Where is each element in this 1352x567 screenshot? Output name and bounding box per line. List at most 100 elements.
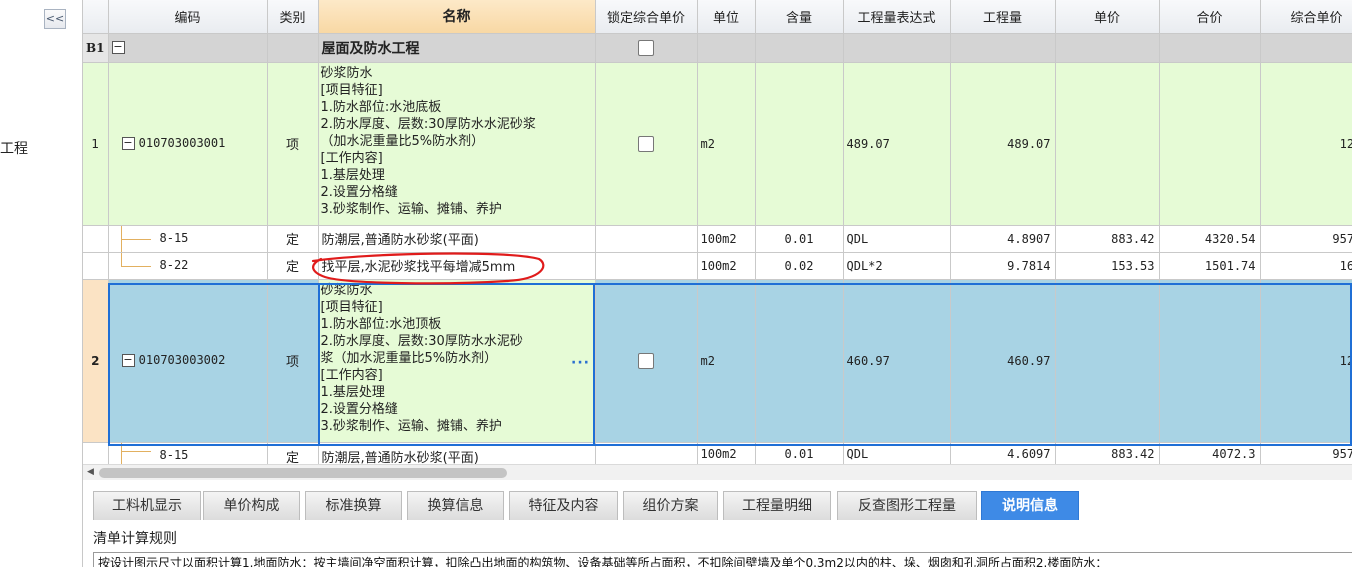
collapse-toggle-icon[interactable]: −: [121, 137, 135, 150]
collapse-toggle-icon[interactable]: −: [111, 41, 125, 54]
quantity-cell[interactable]: 4.6097: [950, 442, 1056, 464]
unit-price-cell[interactable]: [1055, 279, 1160, 443]
col-header-unit[interactable]: 单位: [697, 0, 756, 34]
name-cell[interactable]: 砂浆防水 [项目特征] 1.防水部位:水池底板 2.防水厚度、层数:30厚防水水…: [318, 62, 596, 226]
expression-cell[interactable]: QDL: [843, 442, 951, 464]
code-cell[interactable]: − 010703003001: [108, 62, 268, 226]
unit-cell[interactable]: 100m2: [697, 442, 756, 464]
type-cell[interactable]: 定: [267, 252, 319, 280]
desc-line: 3.砂浆制作、运输、摊铺、养护: [320, 201, 502, 217]
tab-labor-material-machine[interactable]: 工料机显示: [93, 491, 201, 520]
table-row[interactable]: 1 − 010703003001 项 砂浆防水 [项目特征] 1.防水部位:水池…: [83, 62, 1352, 226]
name-cell[interactable]: 砂浆防水 [项目特征] 1.防水部位:水池顶板 2.防水厚度、层数:30厚防水水…: [318, 279, 596, 443]
selected-table-row[interactable]: 2 − 010703003002 项 砂浆防水 [项目特征] 1.防水部位:水池…: [83, 279, 1352, 443]
row-number: [83, 252, 109, 280]
expression-cell[interactable]: QDL*2: [843, 252, 951, 280]
unit-price-cell[interactable]: 883.42: [1055, 442, 1160, 464]
lock-price-cell: [595, 33, 698, 63]
col-header-expression[interactable]: 工程量表达式: [843, 0, 951, 34]
expression-cell[interactable]: 460.97: [843, 279, 951, 443]
col-header-unit-price[interactable]: 单价: [1055, 0, 1160, 34]
col-header-lock-price[interactable]: 锁定综合单价: [595, 0, 698, 34]
col-header-name[interactable]: 名称: [318, 0, 596, 34]
table-row[interactable]: 8-15 定 防潮层,普通防水砂浆(平面) 100m2 0.01 QDL 4.8…: [83, 225, 1352, 253]
section-name[interactable]: 屋面及防水工程: [318, 33, 596, 63]
quota-code: 8-22: [159, 257, 189, 272]
content-cell[interactable]: [755, 279, 844, 443]
total-unit-price-cell[interactable]: 957.4: [1260, 442, 1352, 464]
more-options-icon[interactable]: ···: [571, 355, 590, 371]
left-panel-label[interactable]: 工程: [0, 138, 28, 158]
quantity-cell[interactable]: 489.07: [950, 62, 1056, 226]
tab-description-info[interactable]: 说明信息: [981, 491, 1079, 520]
lock-price-checkbox[interactable]: [638, 352, 654, 369]
col-header-content[interactable]: 含量: [755, 0, 844, 34]
desc-line: 1.基层处理: [320, 167, 385, 183]
total-unit-price-cell[interactable]: 12.9: [1260, 279, 1352, 443]
scrollbar-thumb[interactable]: [99, 468, 507, 478]
name-cell[interactable]: 防潮层,普通防水砂浆(平面): [318, 225, 596, 253]
desc-line: 2.设置分格缝: [320, 184, 398, 200]
scroll-left-icon[interactable]: ◀: [87, 467, 94, 477]
tab-features-content[interactable]: 特征及内容: [509, 491, 618, 520]
tab-pricing-scheme[interactable]: 组价方案: [623, 491, 718, 520]
total-unit-price-cell[interactable]: 12.9: [1260, 62, 1352, 226]
quantity-cell[interactable]: 9.7814: [950, 252, 1056, 280]
rules-text-box[interactable]: 按设计图示尺寸以面积计算1.地面防水：按主墙间净空面积计算，扣除凸出地面的构筑物…: [93, 552, 1352, 567]
sum-cell[interactable]: 4072.3: [1159, 442, 1261, 464]
unit-cell[interactable]: m2: [697, 279, 756, 443]
lock-price-checkbox[interactable]: [638, 135, 654, 152]
content-cell[interactable]: 0.01: [755, 225, 844, 253]
total-unit-price-cell[interactable]: 166.: [1260, 252, 1352, 280]
collapse-toggle-icon[interactable]: −: [121, 354, 135, 367]
app-root: << 工程 编码 类别 名称 锁定综合单价 单位 含量 工程量表达式 工程量 单…: [0, 0, 1352, 567]
name-cell[interactable]: 找平层,水泥砂浆找平每增减5mm: [318, 252, 596, 280]
unit-price-cell[interactable]: [1055, 62, 1160, 226]
section-row[interactable]: B1 − 屋面及防水工程: [83, 33, 1352, 63]
left-panel: << 工程: [0, 0, 83, 567]
code-cell[interactable]: 8-22: [108, 252, 268, 280]
code-cell[interactable]: − 010703003002: [108, 279, 268, 443]
sum-cell[interactable]: [1159, 279, 1261, 443]
type-cell[interactable]: 定: [267, 442, 319, 464]
code-cell[interactable]: 8-15: [108, 225, 268, 253]
sum-cell[interactable]: [1159, 62, 1261, 226]
type-cell[interactable]: 项: [267, 279, 319, 443]
col-header-code[interactable]: 编码: [108, 0, 268, 34]
table-row[interactable]: 8-15 定 防潮层,普通防水砂浆(平面) 100m2 0.01 QDL 4.6…: [83, 442, 1352, 464]
tab-unit-price-composition[interactable]: 单价构成: [203, 491, 300, 520]
quantity-cell[interactable]: 460.97: [950, 279, 1056, 443]
code-cell[interactable]: 8-15: [108, 442, 268, 464]
expression-cell[interactable]: 489.07: [843, 62, 951, 226]
name-cell[interactable]: 防潮层,普通防水砂浆(平面): [318, 442, 596, 464]
content-cell[interactable]: [755, 62, 844, 226]
unit-cell[interactable]: 100m2: [697, 252, 756, 280]
tab-quantity-details[interactable]: 工程量明细: [723, 491, 831, 520]
unit-price-cell[interactable]: 153.53: [1055, 252, 1160, 280]
tab-standard-conversion[interactable]: 标准换算: [305, 491, 402, 520]
total-unit-price-cell[interactable]: 957.4: [1260, 225, 1352, 253]
type-cell[interactable]: 定: [267, 225, 319, 253]
unit-cell[interactable]: m2: [697, 62, 756, 226]
horizontal-scrollbar[interactable]: ◀: [83, 464, 1352, 480]
col-header-total-unit-price[interactable]: 综合单价: [1260, 0, 1352, 34]
table-row[interactable]: 8-22 定 找平层,水泥砂浆找平每增减5mm 100m2 0.02 QDL*2…: [83, 252, 1352, 280]
type-cell[interactable]: 项: [267, 62, 319, 226]
col-header-type[interactable]: 类别: [267, 0, 319, 34]
content-cell[interactable]: 0.01: [755, 442, 844, 464]
col-header-sum[interactable]: 合价: [1159, 0, 1261, 34]
unit-price-cell[interactable]: 883.42: [1055, 225, 1160, 253]
tab-conversion-info[interactable]: 换算信息: [407, 491, 504, 520]
sum-cell[interactable]: 1501.74: [1159, 252, 1261, 280]
sum-cell[interactable]: 4320.54: [1159, 225, 1261, 253]
collapse-panel-button[interactable]: <<: [44, 9, 66, 29]
content-cell[interactable]: 0.02: [755, 252, 844, 280]
unit-cell[interactable]: 100m2: [697, 225, 756, 253]
expression-cell[interactable]: QDL: [843, 225, 951, 253]
col-header-quantity[interactable]: 工程量: [950, 0, 1056, 34]
quantity-cell[interactable]: 4.8907: [950, 225, 1056, 253]
lock-price-checkbox[interactable]: [638, 39, 654, 56]
row-number: [83, 225, 109, 253]
tab-reverse-check-quantity[interactable]: 反查图形工程量: [837, 491, 977, 520]
desc-line: 2.防水厚度、层数:30厚防水水泥砂浆: [320, 116, 536, 132]
